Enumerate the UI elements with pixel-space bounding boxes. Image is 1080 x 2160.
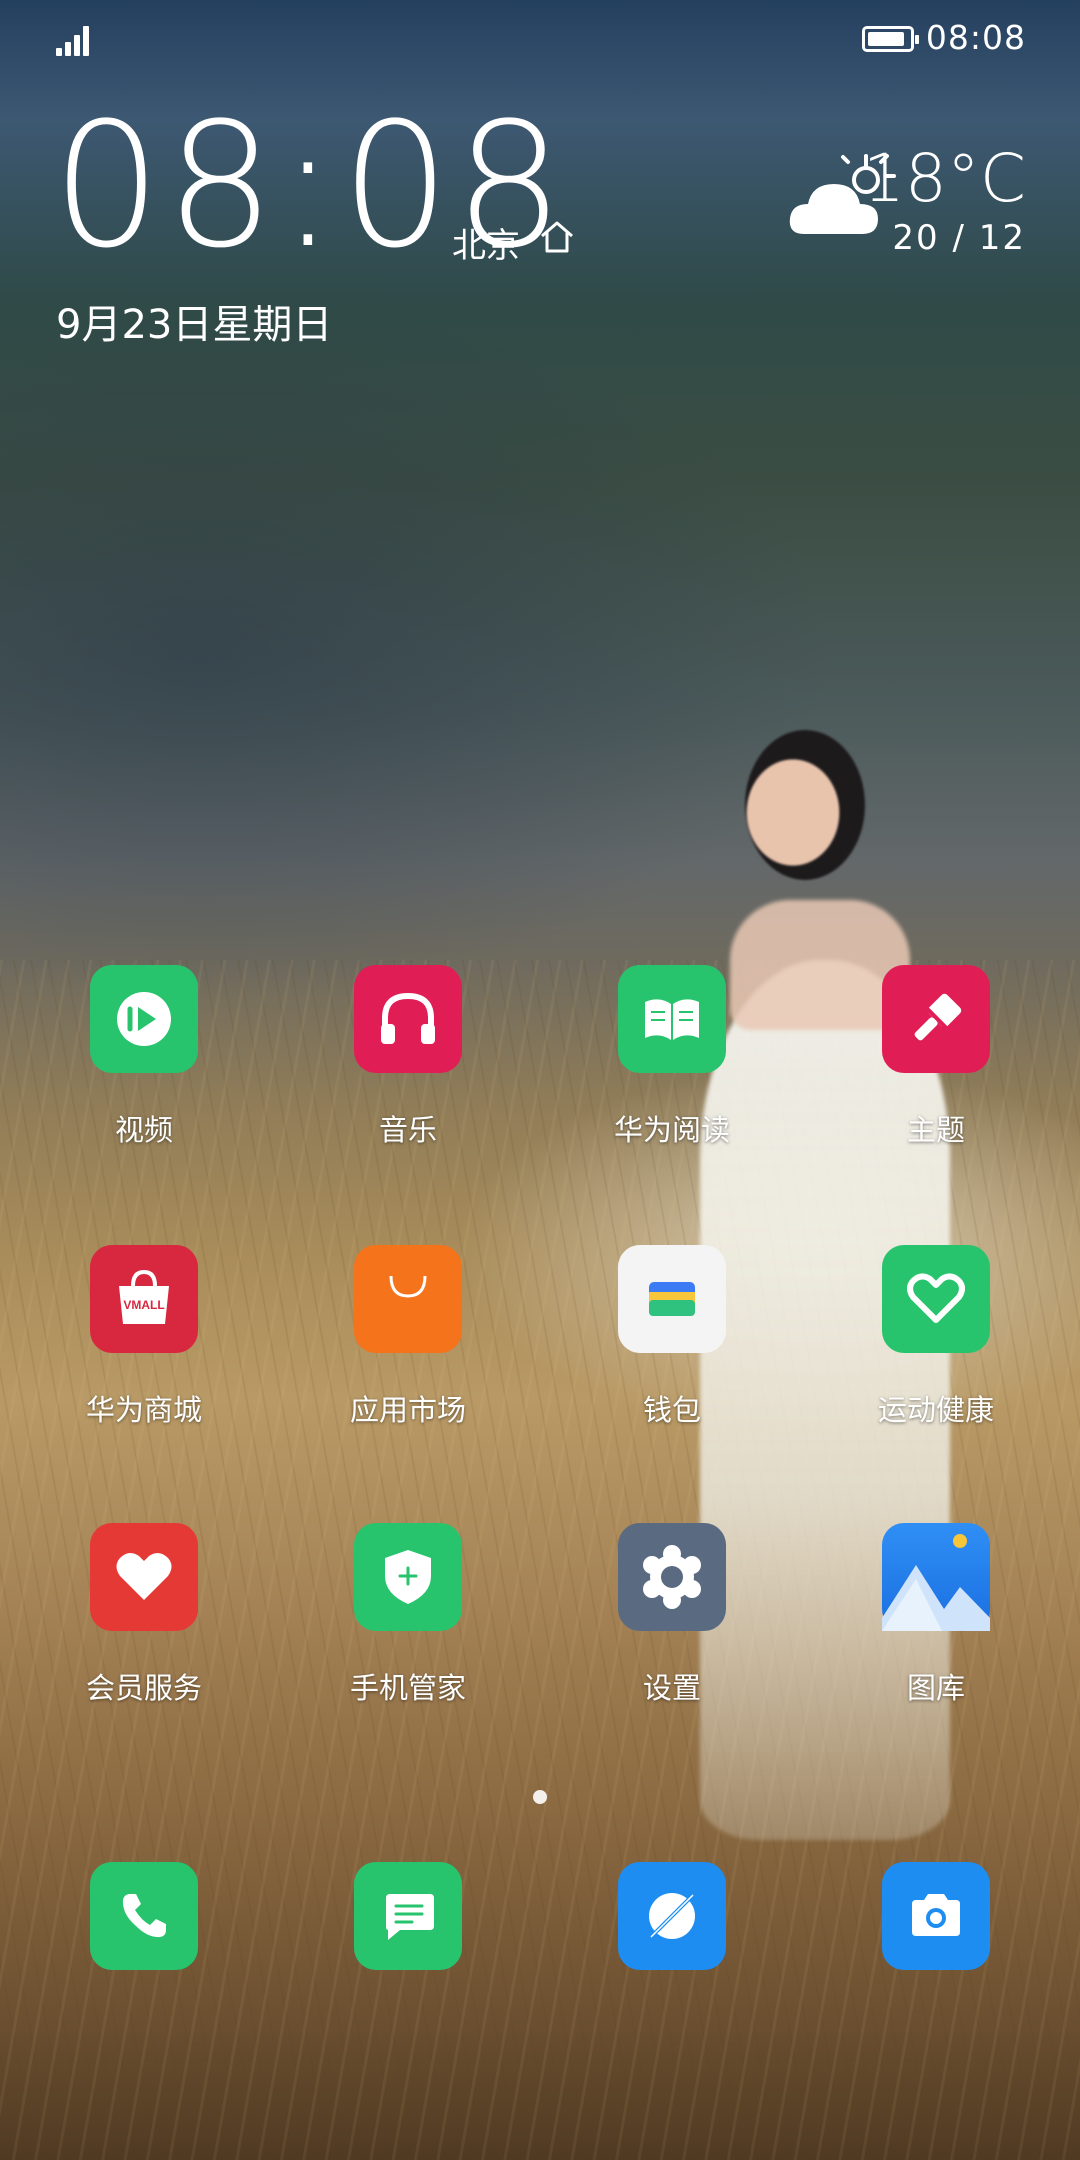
- clock-date[interactable]: 9月23日星期日: [56, 292, 332, 350]
- app-label: 华为阅读: [613, 1113, 730, 1147]
- browser-compass-icon: [618, 1862, 726, 1970]
- status-bar: 08:08: [0, 0, 1080, 80]
- app-huawei-reading[interactable]: 华为阅读: [572, 965, 772, 1165]
- app-vmall[interactable]: VMALL 华为商城: [44, 1245, 244, 1445]
- phone-icon: [90, 1862, 198, 1970]
- headphones-icon: [354, 965, 462, 1073]
- home-icon: [541, 221, 573, 253]
- gallery-mountain-icon: [882, 1523, 990, 1631]
- status-time: 08:08: [925, 18, 1026, 57]
- app-label: 视频: [114, 1113, 173, 1147]
- camera-icon: [882, 1862, 990, 1970]
- app-label: 华为商城: [85, 1393, 202, 1427]
- app-label: 设置: [642, 1671, 701, 1705]
- open-book-icon: [618, 965, 726, 1073]
- heart-outline-icon: [882, 1245, 990, 1353]
- app-label: 会员服务: [85, 1671, 202, 1705]
- paint-brush-icon: [882, 965, 990, 1073]
- app-gallery[interactable]: 图库: [836, 1523, 1036, 1723]
- dock-camera[interactable]: [836, 1862, 1036, 2062]
- app-member-services[interactable]: 会员服务: [44, 1523, 244, 1723]
- clock-city[interactable]: 北京: [452, 218, 520, 267]
- wallpaper-figure-head: [745, 730, 865, 880]
- app-label: 运动健康: [877, 1393, 994, 1427]
- vmall-badge-text: VMALL: [123, 1298, 164, 1312]
- message-icon: [354, 1862, 462, 1970]
- app-market-bag-icon: [354, 1245, 462, 1353]
- dock-browser[interactable]: [572, 1862, 772, 2062]
- app-music[interactable]: 音乐: [308, 965, 508, 1165]
- vmall-bag-icon: VMALL: [90, 1245, 198, 1353]
- gear-icon: [618, 1523, 726, 1631]
- app-themes[interactable]: 主题: [836, 965, 1036, 1165]
- video-play-icon: [90, 965, 198, 1073]
- weather-temperature[interactable]: 18°C: [863, 140, 1026, 217]
- shield-plus-icon: [354, 1523, 462, 1631]
- page-indicator-dot[interactable]: [533, 1790, 547, 1804]
- battery-fill: [868, 32, 904, 46]
- wallet-icon: [618, 1245, 726, 1353]
- app-phone-manager[interactable]: 手机管家: [308, 1523, 508, 1723]
- app-label: 手机管家: [349, 1671, 466, 1705]
- app-label: 图库: [906, 1671, 965, 1705]
- weather-range: 20 / 12: [892, 218, 1026, 258]
- app-appgallery[interactable]: 应用市场: [308, 1245, 508, 1445]
- home-screen: 08:08 08:08 北京 9月23日星期日 18°C 20 / 12 视频 …: [0, 0, 1080, 2160]
- signal-icon: [56, 24, 96, 56]
- app-wallet[interactable]: 钱包: [572, 1245, 772, 1445]
- app-label: 钱包: [642, 1393, 701, 1427]
- app-video[interactable]: 视频: [44, 965, 244, 1165]
- app-health[interactable]: 运动健康: [836, 1245, 1036, 1445]
- app-label: 音乐: [378, 1113, 437, 1147]
- heart-icon: [90, 1523, 198, 1631]
- dock-messages[interactable]: [308, 1862, 508, 2062]
- dock-phone[interactable]: [44, 1862, 244, 2062]
- app-label: 应用市场: [349, 1393, 466, 1427]
- battery-icon: [862, 26, 919, 52]
- app-label: 主题: [906, 1113, 965, 1147]
- app-settings[interactable]: 设置: [572, 1523, 772, 1723]
